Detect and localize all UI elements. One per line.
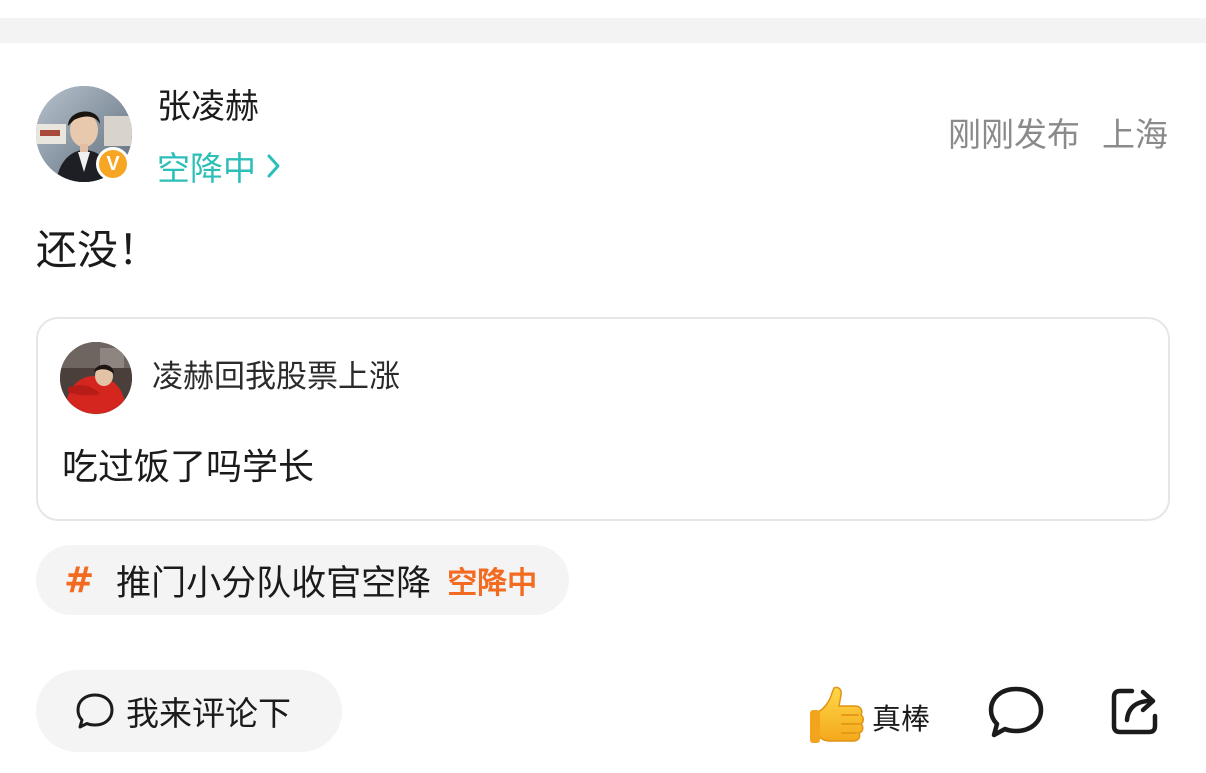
comment-button[interactable] [986,684,1046,740]
post-text: 还没！ [36,226,159,274]
quoted-user-avatar-image [60,342,132,414]
share-button[interactable] [1108,684,1162,738]
thumbs-up-icon [810,686,864,743]
topic-status-tag: 空降中 [447,566,538,601]
like-label: 真棒 [872,702,931,736]
post-location: 上海 [1102,115,1168,154]
author-name[interactable]: 张凌赫 [157,84,259,130]
hashtag-icon: # [64,559,95,601]
weibo-post-page: V 张凌赫 空降中 刚刚发布 上海 还没！ 凌赫回我股票上涨 吃过饭了吗学长 #… [0,0,1206,773]
comment-input-placeholder: 我来评论下 [126,694,291,733]
comment-input[interactable]: 我来评论下 [36,670,342,752]
section-divider [0,18,1206,43]
author-status-label: 空降中 [157,149,256,188]
quoted-comment-card[interactable]: 凌赫回我股票上涨 吃过饭了吗学长 [36,317,1170,521]
topic-name: 推门小分队收官空降 [116,563,432,604]
quoted-comment-text: 吃过饭了吗学长 [62,447,315,488]
like-button[interactable]: 真棒 [808,680,930,754]
quoted-user-name[interactable]: 凌赫回我股票上涨 [152,355,400,399]
author-status-link[interactable]: 空降中 [157,142,282,190]
post-meta: 刚刚发布 上海 [948,112,1168,158]
chevron-right-icon [267,154,280,178]
verified-badge-icon: V [96,147,130,181]
quoted-user-avatar[interactable] [60,342,132,414]
post-time: 刚刚发布 [948,115,1080,154]
speech-bubble-icon [76,693,114,729]
speech-bubble-icon [988,686,1044,738]
topic-chip[interactable]: # 推门小分队收官空降 空降中 [36,545,570,615]
share-icon [1111,688,1158,735]
